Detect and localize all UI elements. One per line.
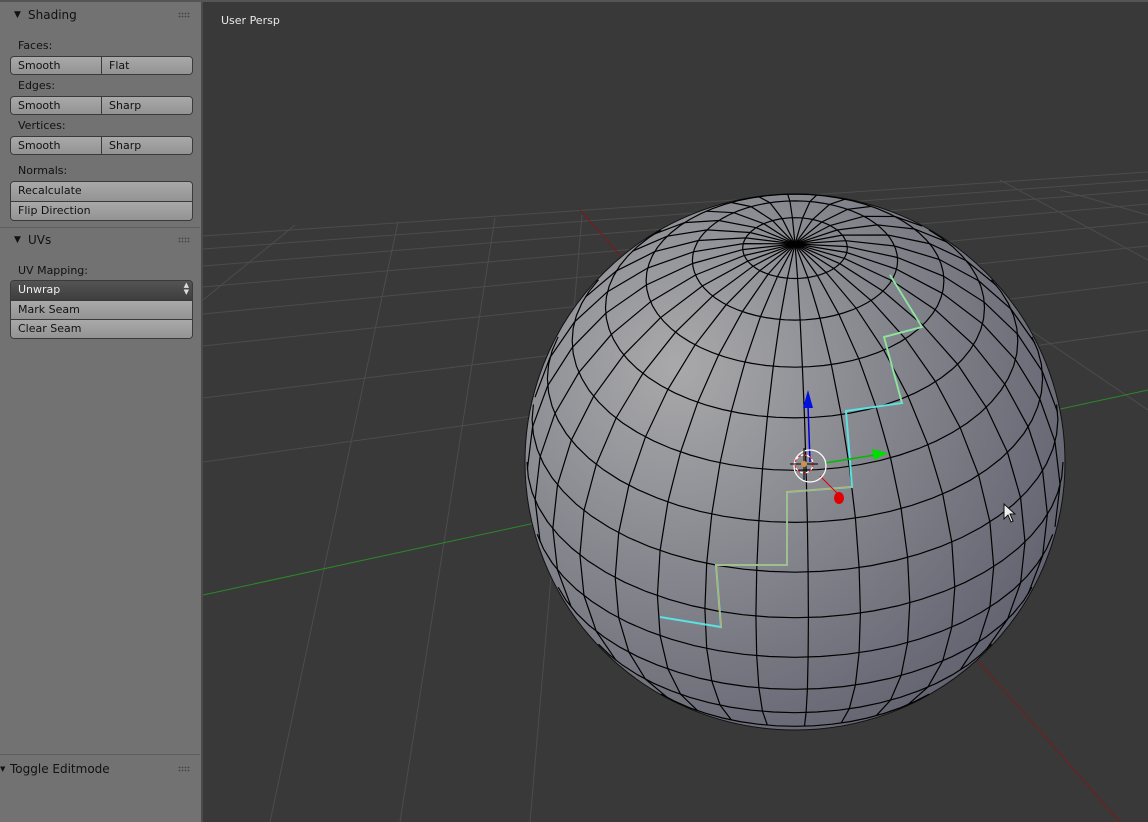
edges-label: Edges: bbox=[18, 79, 56, 92]
mouse-pointer-icon bbox=[1003, 503, 1017, 523]
uv-button-column: Unwrap ▲ ▼ Mark Seam Clear Seam bbox=[10, 280, 193, 339]
clear-seam-button[interactable]: Clear Seam bbox=[11, 319, 192, 338]
flip-direction-button[interactable]: Flip Direction bbox=[11, 201, 192, 220]
uv-mapping-menu[interactable]: Unwrap ▲ ▼ bbox=[11, 281, 192, 300]
drag-grip-icon[interactable] bbox=[178, 12, 190, 18]
view-perspective-label: User Persp bbox=[221, 14, 280, 27]
toggle-editmode-panel-header[interactable]: ▼ Toggle Editmode bbox=[0, 758, 200, 780]
collapse-triangle-icon: ▼ bbox=[14, 10, 21, 20]
normals-label: Normals: bbox=[18, 164, 68, 177]
tool-shelf: ▼ Shading Faces: Smooth Flat Edges: Smoo… bbox=[0, 0, 203, 822]
scene-canvas[interactable] bbox=[203, 0, 1148, 822]
faces-button-row: Smooth Flat bbox=[10, 56, 193, 75]
vertices-button-row: Smooth Sharp bbox=[10, 136, 193, 155]
faces-flat-button[interactable]: Flat bbox=[101, 57, 192, 74]
toggle-editmode-title: Toggle Editmode bbox=[10, 762, 110, 776]
gizmo-x-arrow-icon[interactable] bbox=[834, 492, 844, 504]
collapse-triangle-icon: ▼ bbox=[0, 765, 6, 773]
mark-seam-button[interactable]: Mark Seam bbox=[11, 300, 192, 319]
faces-label: Faces: bbox=[18, 39, 53, 52]
collapse-triangle-icon: ▼ bbox=[14, 235, 21, 245]
grid-line bbox=[269, 221, 399, 822]
faces-smooth-button[interactable]: Smooth bbox=[11, 57, 101, 74]
grid-line bbox=[203, 224, 296, 301]
last-operator-panel: ▼ Toggle Editmode bbox=[0, 754, 200, 822]
vertices-label: Vertices: bbox=[18, 119, 66, 132]
shading-panel-header[interactable]: ▼ Shading bbox=[0, 4, 200, 26]
uv-mapping-label: UV Mapping: bbox=[18, 264, 88, 277]
vertices-sharp-button[interactable]: Sharp bbox=[101, 137, 192, 154]
updown-arrows-icon: ▲ ▼ bbox=[183, 281, 189, 296]
shading-panel-title: Shading bbox=[28, 8, 77, 22]
recalculate-normals-button[interactable]: Recalculate bbox=[11, 182, 192, 201]
uv-mapping-menu-value: Unwrap bbox=[18, 283, 61, 296]
edges-sharp-button[interactable]: Sharp bbox=[101, 97, 192, 114]
drag-grip-icon[interactable] bbox=[178, 766, 190, 772]
vertices-smooth-button[interactable]: Smooth bbox=[11, 137, 101, 154]
3d-viewport[interactable]: User Persp bbox=[203, 0, 1148, 822]
uvs-panel-header[interactable]: ▼ UVs bbox=[0, 229, 200, 251]
edges-button-row: Smooth Sharp bbox=[10, 96, 193, 115]
panel-divider bbox=[0, 227, 200, 228]
drag-grip-icon[interactable] bbox=[178, 237, 190, 243]
grid-line bbox=[399, 217, 496, 822]
edges-smooth-button[interactable]: Smooth bbox=[11, 97, 101, 114]
normals-button-column: Recalculate Flip Direction bbox=[10, 181, 193, 221]
window-top-border bbox=[0, 0, 1148, 2]
uvs-panel-title: UVs bbox=[28, 233, 52, 247]
